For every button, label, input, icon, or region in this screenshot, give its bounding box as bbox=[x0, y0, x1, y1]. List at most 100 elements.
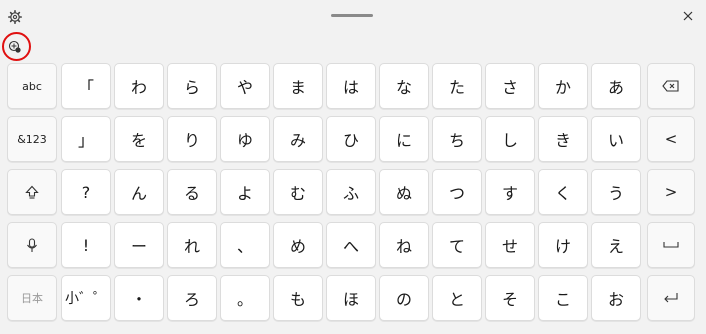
key-small-dakuten[interactable]: 小゛゜ bbox=[61, 275, 111, 321]
backspace-icon bbox=[662, 80, 680, 92]
left-arrow-label: < bbox=[664, 130, 678, 148]
key-label: い bbox=[607, 131, 624, 150]
key-kana[interactable]: ら bbox=[167, 63, 217, 109]
key-label: ん bbox=[130, 184, 147, 203]
key-kana[interactable]: さ bbox=[485, 63, 535, 109]
microphone-icon bbox=[26, 237, 38, 253]
close-icon[interactable] bbox=[680, 8, 696, 24]
key-kana[interactable]: よ bbox=[220, 169, 270, 215]
key-kana[interactable]: 、 bbox=[220, 222, 270, 268]
key-kana[interactable]: ・ bbox=[114, 275, 164, 321]
key-kana[interactable]: 「 bbox=[61, 63, 111, 109]
key-kana[interactable]: る bbox=[167, 169, 217, 215]
key-kana[interactable]: ? bbox=[61, 169, 111, 215]
key-label: よ bbox=[236, 184, 253, 203]
key-label: れ bbox=[183, 237, 200, 256]
key-kana[interactable]: え bbox=[591, 222, 641, 268]
key-kana[interactable]: り bbox=[167, 116, 217, 162]
key-label: こ bbox=[554, 290, 571, 309]
key-kana[interactable]: ! bbox=[61, 222, 111, 268]
key-label: も bbox=[289, 290, 306, 309]
language-key-label: 日本 bbox=[21, 292, 43, 305]
key-kana[interactable]: へ bbox=[326, 222, 376, 268]
gear-icon[interactable] bbox=[8, 9, 22, 24]
key-kana[interactable]: こ bbox=[538, 275, 588, 321]
key-label: う bbox=[607, 184, 624, 203]
key-kana[interactable]: は bbox=[326, 63, 376, 109]
key-kana[interactable]: か bbox=[538, 63, 588, 109]
key-kana[interactable]: ほ bbox=[326, 275, 376, 321]
key-kana[interactable]: に bbox=[379, 116, 429, 162]
key-kana[interactable]: ひ bbox=[326, 116, 376, 162]
key-kana[interactable]: わ bbox=[114, 63, 164, 109]
key-label: そ bbox=[501, 290, 518, 309]
key-kana[interactable]: ね bbox=[379, 222, 429, 268]
key-label: せ bbox=[501, 237, 518, 256]
key-kana[interactable]: つ bbox=[432, 169, 482, 215]
key-kana[interactable]: あ bbox=[591, 63, 641, 109]
key-label: の bbox=[395, 290, 412, 309]
enter-key[interactable] bbox=[647, 275, 695, 321]
microphone-key[interactable] bbox=[7, 222, 57, 268]
language-key[interactable]: 日本 bbox=[7, 275, 57, 321]
abc-key-label: abc bbox=[22, 79, 42, 93]
key-kana[interactable]: な bbox=[379, 63, 429, 109]
key-kana[interactable]: と bbox=[432, 275, 482, 321]
key-label: え bbox=[607, 237, 624, 256]
key-kana[interactable]: ー bbox=[114, 222, 164, 268]
key-kana[interactable]: し bbox=[485, 116, 535, 162]
shift-key[interactable] bbox=[7, 169, 57, 215]
key-label: ー bbox=[130, 237, 147, 256]
key-label: へ bbox=[342, 237, 359, 256]
key-kana[interactable]: お bbox=[591, 275, 641, 321]
key-label: み bbox=[289, 131, 306, 150]
symbols-key[interactable]: &123 bbox=[7, 116, 57, 162]
key-kana[interactable]: ゆ bbox=[220, 116, 270, 162]
key-kana[interactable]: を bbox=[114, 116, 164, 162]
abc-key[interactable]: abc bbox=[7, 63, 57, 109]
key-label: ほ bbox=[342, 290, 359, 309]
key-kana[interactable]: た bbox=[432, 63, 482, 109]
key-kana[interactable]: い bbox=[591, 116, 641, 162]
key-kana[interactable]: ろ bbox=[167, 275, 217, 321]
key-label: る bbox=[183, 184, 200, 203]
key-kana[interactable]: く bbox=[538, 169, 588, 215]
key-label: ね bbox=[395, 237, 412, 256]
space-key[interactable] bbox=[647, 222, 695, 268]
key-label: す bbox=[501, 184, 518, 203]
key-kana[interactable]: う bbox=[591, 169, 641, 215]
key-label: ら bbox=[183, 78, 200, 97]
key-kana[interactable]: れ bbox=[167, 222, 217, 268]
right-arrow-key[interactable]: > bbox=[647, 169, 695, 215]
key-kana[interactable]: む bbox=[273, 169, 323, 215]
key-kana[interactable]: ん bbox=[114, 169, 164, 215]
key-kana[interactable]: の bbox=[379, 275, 429, 321]
key-kana[interactable]: て bbox=[432, 222, 482, 268]
drag-handle[interactable] bbox=[331, 14, 373, 17]
key-label: つ bbox=[448, 184, 465, 203]
key-label: に bbox=[395, 131, 412, 150]
key-kana[interactable]: み bbox=[273, 116, 323, 162]
key-label: ち bbox=[448, 131, 465, 150]
key-kana[interactable]: も bbox=[273, 275, 323, 321]
key-label: な bbox=[395, 78, 412, 97]
key-kana[interactable]: そ bbox=[485, 275, 535, 321]
key-kana[interactable]: 」 bbox=[61, 116, 111, 162]
key-kana[interactable]: ち bbox=[432, 116, 482, 162]
key-kana[interactable]: ま bbox=[273, 63, 323, 109]
left-arrow-key[interactable]: < bbox=[647, 116, 695, 162]
key-kana[interactable]: や bbox=[220, 63, 270, 109]
key-kana[interactable]: す bbox=[485, 169, 535, 215]
key-kana[interactable]: 。 bbox=[220, 275, 270, 321]
key-kana[interactable]: き bbox=[538, 116, 588, 162]
key-kana[interactable]: け bbox=[538, 222, 588, 268]
key-kana[interactable]: ふ bbox=[326, 169, 376, 215]
key-label: 小゛゜ bbox=[65, 291, 107, 307]
backspace-key[interactable] bbox=[647, 63, 695, 109]
key-label: 。 bbox=[236, 290, 253, 309]
key-kana[interactable]: ぬ bbox=[379, 169, 429, 215]
key-label: ろ bbox=[183, 290, 200, 309]
key-label: は bbox=[342, 78, 359, 97]
key-kana[interactable]: せ bbox=[485, 222, 535, 268]
key-kana[interactable]: め bbox=[273, 222, 323, 268]
